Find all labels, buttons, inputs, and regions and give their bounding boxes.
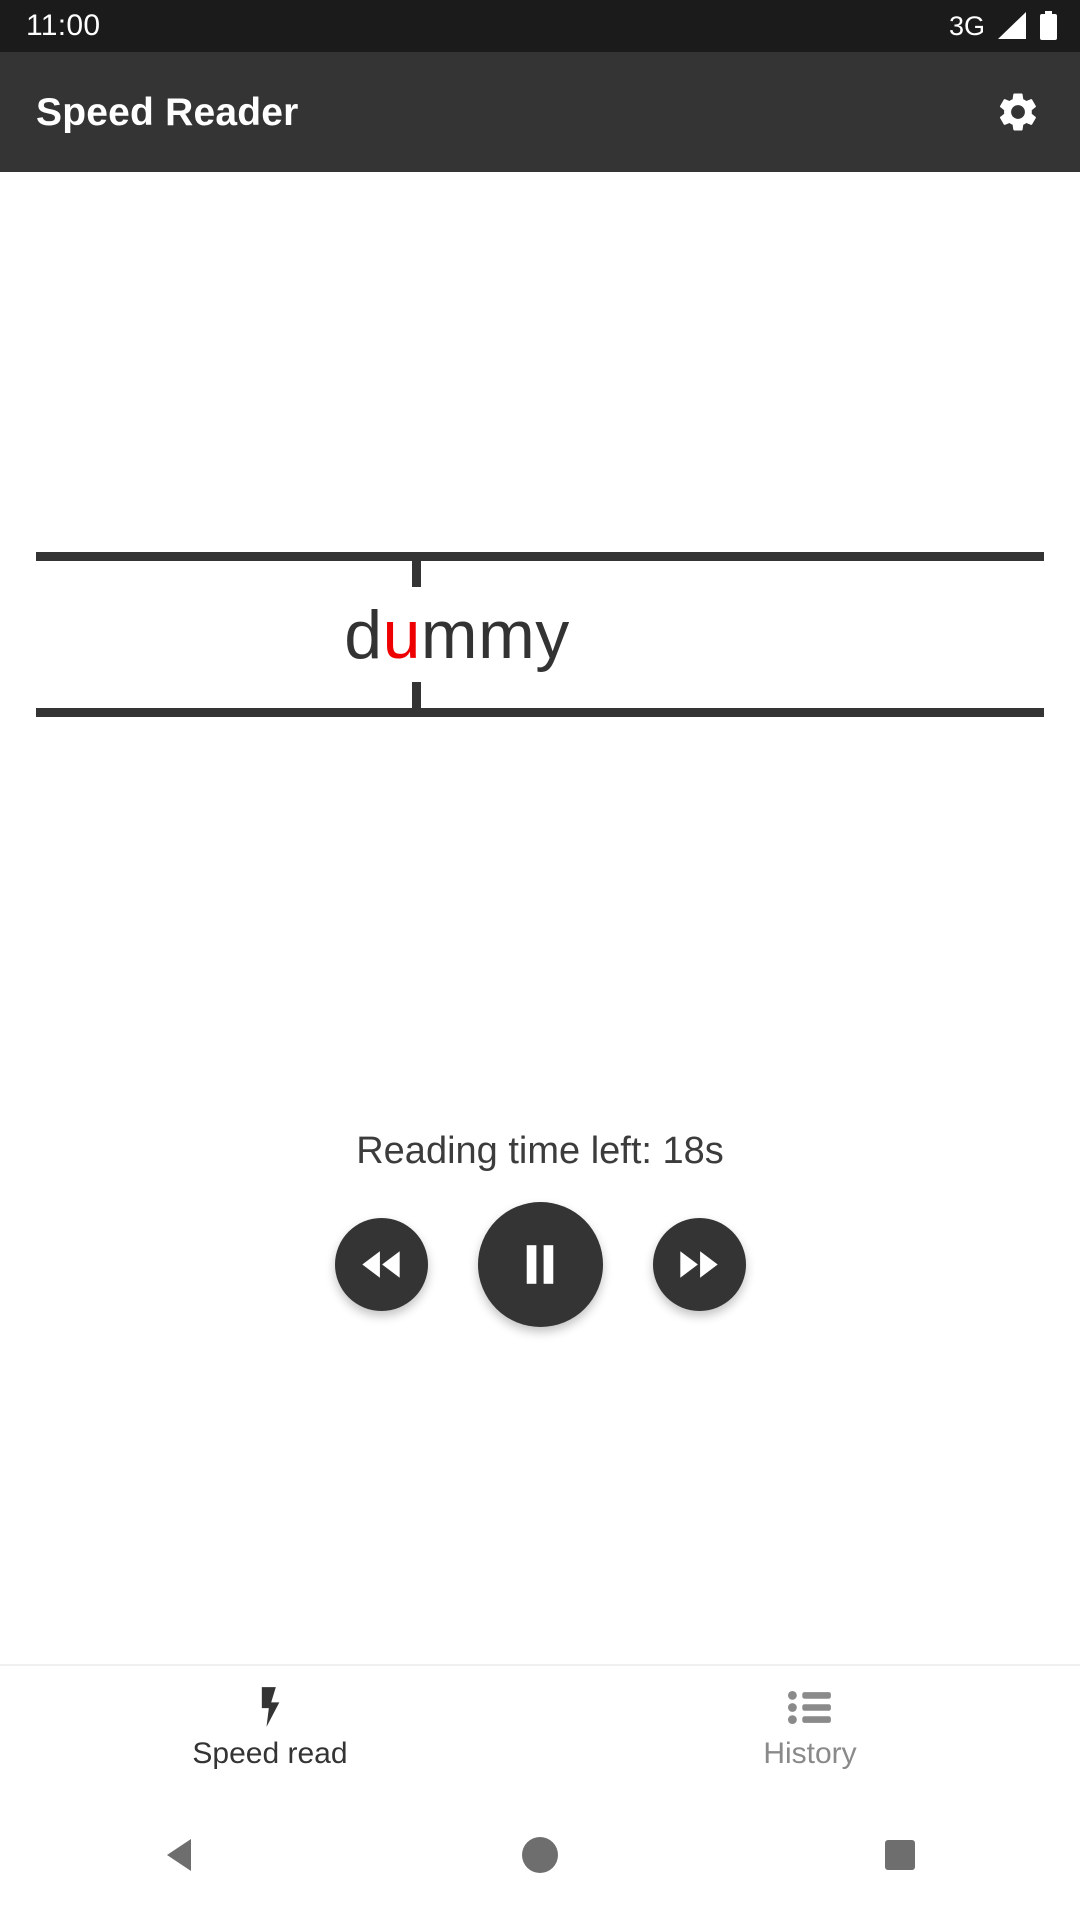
playback-controls (0, 1202, 1080, 1327)
tab-speed-read[interactable]: Speed read (0, 1666, 540, 1790)
guide-rule-bottom (36, 708, 1044, 717)
status-bar: 11:00 3G (0, 0, 1080, 52)
signal-triangle-icon (997, 12, 1027, 40)
back-triangle-icon (165, 1837, 195, 1873)
settings-button[interactable] (990, 84, 1046, 140)
battery-full-icon (1039, 11, 1058, 41)
app-bar: Speed Reader (0, 52, 1080, 172)
reading-time-left: Reading time left: 18s (356, 1130, 724, 1172)
status-icons: 3G (949, 11, 1058, 41)
fast-forward-icon (677, 1249, 721, 1280)
gear-icon (995, 89, 1041, 135)
status-clock: 11:00 (26, 9, 101, 42)
home-circle-icon (520, 1835, 560, 1875)
word-prefix: d (344, 596, 383, 673)
fast-forward-button[interactable] (652, 1218, 746, 1311)
rewind-button[interactable] (334, 1218, 428, 1311)
tab-history[interactable]: History (540, 1666, 1080, 1790)
current-word: dummy (344, 601, 569, 669)
app-screen: 11:00 3G Speed Reader dummy Reading time… (0, 0, 1080, 1920)
word-focus-letter: u (382, 596, 421, 673)
tab-label-speed-read: Speed read (192, 1737, 348, 1770)
main-content: dummy Reading time left: 18s Speed read … (0, 172, 1080, 1920)
nav-home-button[interactable] (480, 1805, 600, 1905)
lightning-bolt-icon (256, 1687, 284, 1727)
nav-recents-button[interactable] (840, 1805, 960, 1905)
network-type-label: 3G (948, 10, 985, 41)
bottom-tab-bar: Speed read History (0, 1664, 1080, 1790)
android-nav-bar (0, 1790, 1080, 1920)
tab-label-history: History (763, 1737, 857, 1770)
pause-icon (523, 1244, 557, 1285)
word-reader: dummy (0, 552, 1080, 717)
focus-tick-bottom (412, 682, 421, 708)
pause-button[interactable] (477, 1202, 603, 1327)
word-suffix: mmy (420, 596, 570, 673)
current-word-row: dummy (0, 552, 1080, 717)
list-icon (788, 1687, 832, 1727)
page-title: Speed Reader (36, 90, 299, 134)
recents-square-icon (882, 1837, 918, 1873)
nav-back-button[interactable] (120, 1805, 240, 1905)
rewind-icon (359, 1249, 403, 1280)
